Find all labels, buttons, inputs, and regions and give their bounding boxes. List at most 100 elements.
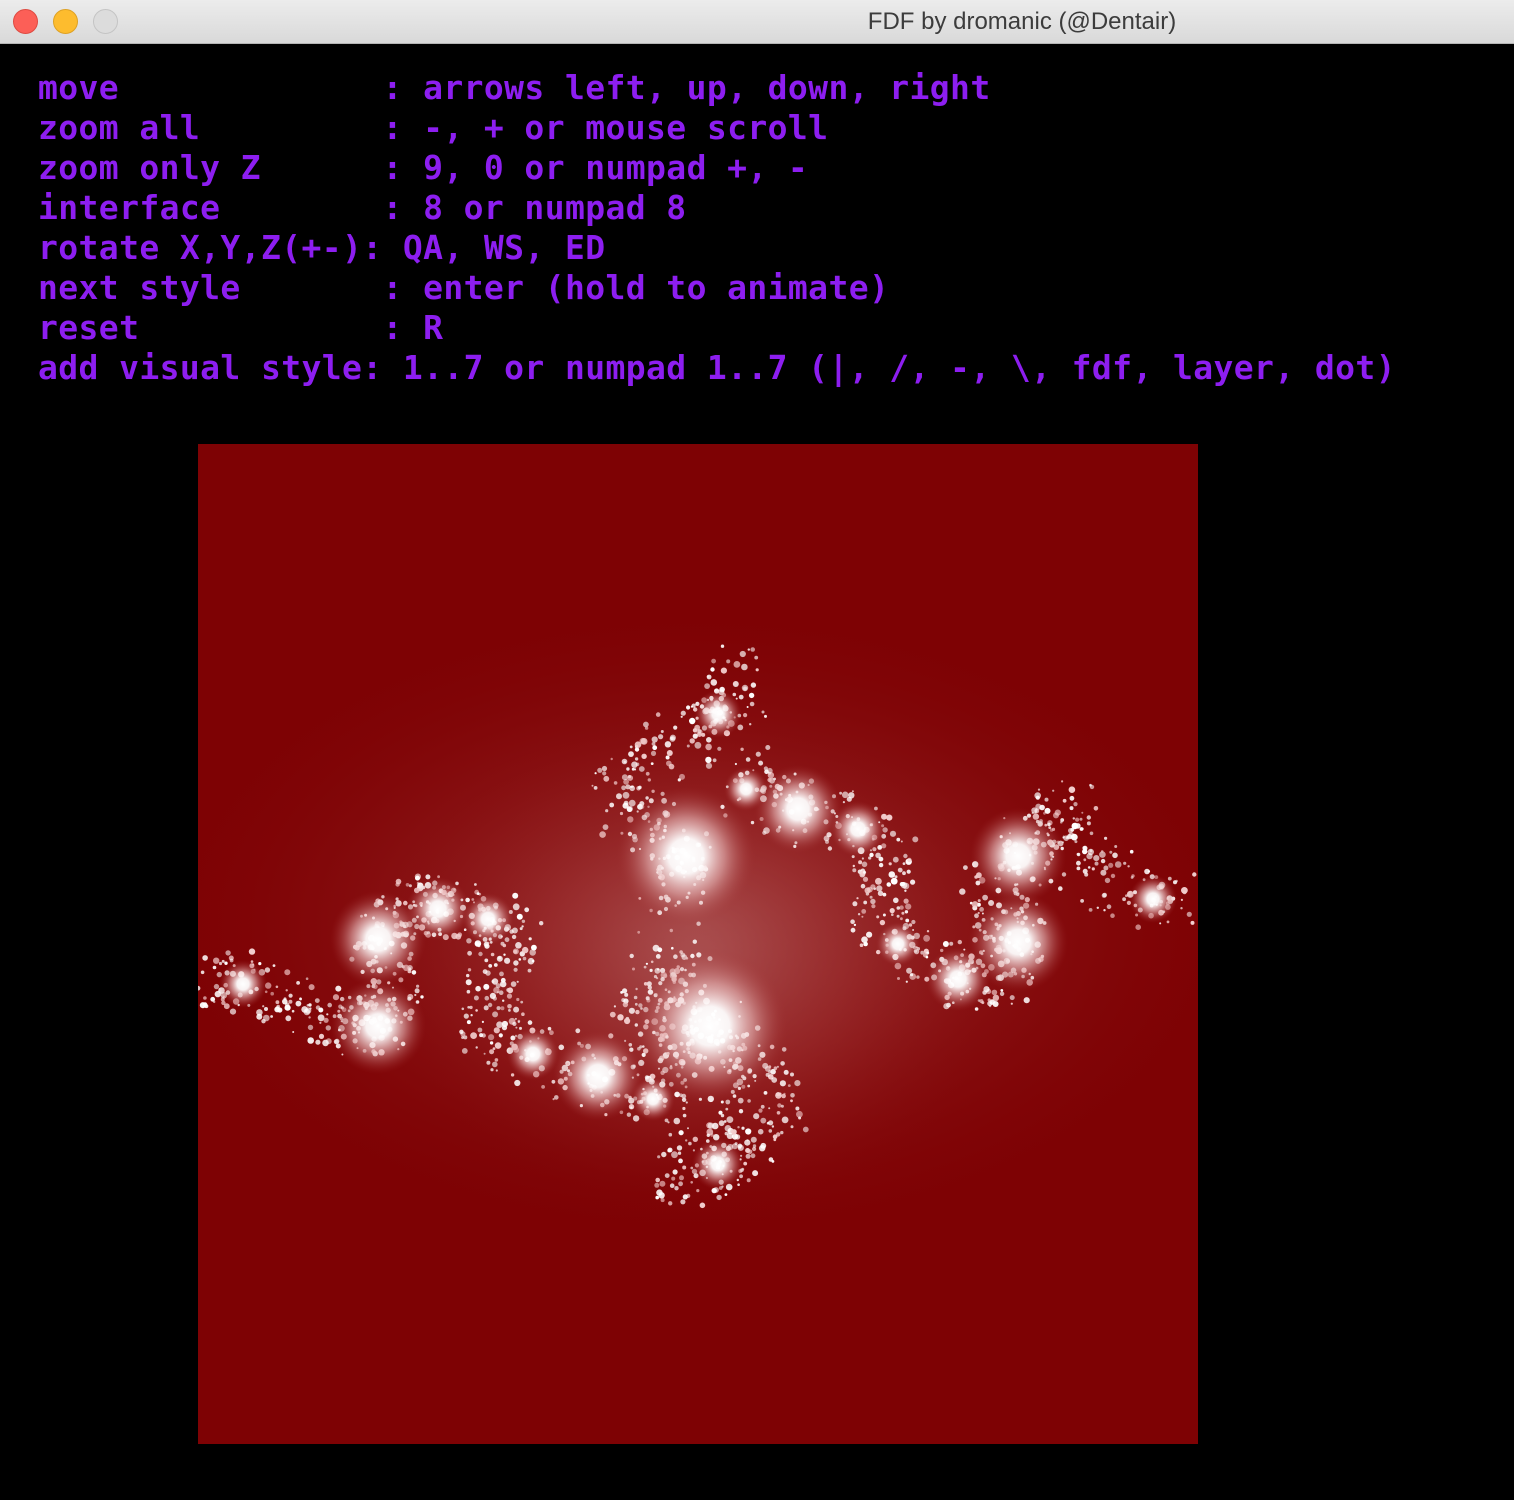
fractal-dot — [395, 878, 402, 885]
help-line-zoom-z: zoom only Z : 9, 0 or numpad +, - — [38, 148, 809, 187]
fractal-dot — [552, 1098, 555, 1101]
fractal-dot — [420, 995, 424, 999]
fractal-dot — [624, 992, 629, 997]
fractal-dot — [651, 736, 658, 743]
fractal-dot — [499, 971, 504, 977]
fractal-dot — [963, 865, 968, 870]
fractal-dot — [504, 957, 511, 964]
fractal-dot — [678, 1158, 683, 1164]
fractal-dot — [275, 985, 279, 989]
fractal-dot — [724, 1125, 732, 1132]
fractal-dot — [682, 1106, 686, 1111]
fractal-dot — [1068, 828, 1074, 834]
fractal-dot — [225, 950, 231, 956]
fractal-dot — [971, 901, 979, 908]
fractal-dot — [296, 981, 300, 985]
fractal-dot — [651, 742, 656, 746]
fractal-dot — [744, 1139, 751, 1146]
fractal-dot — [1093, 855, 1100, 862]
fractal-dot — [763, 1091, 768, 1095]
fractal-dot — [288, 1006, 291, 1009]
fractal-dot — [851, 790, 854, 793]
fractal-dot — [295, 1000, 302, 1007]
fractal-dot — [467, 968, 472, 972]
fractal-dot — [717, 746, 722, 751]
fractal-dot — [613, 1005, 616, 1008]
fractal-viewport[interactable] — [198, 444, 1198, 1444]
fractal-dot — [626, 767, 630, 771]
fractal-dot — [907, 857, 912, 863]
fractal-dot — [626, 805, 633, 812]
fractal-dot — [658, 1192, 665, 1199]
fractal-dot — [465, 979, 472, 986]
fractal-dot — [634, 741, 642, 748]
fractal-dot — [775, 1092, 782, 1099]
fractal-dot — [623, 760, 627, 764]
fractal-dot — [515, 1026, 518, 1029]
fractal-dot — [1110, 913, 1115, 918]
fractal-dot — [203, 996, 207, 1000]
fractal-dot — [307, 1037, 314, 1044]
fractal-dot — [876, 915, 880, 919]
fractal-dot — [1052, 789, 1055, 792]
fractal-dot — [1072, 817, 1075, 820]
fractal-dot — [780, 1061, 785, 1066]
fractal-dot — [1180, 907, 1183, 910]
help-line-visual-style: add visual style: 1..7 or numpad 1..7 (|… — [38, 348, 1396, 387]
fractal-dot — [510, 1073, 515, 1077]
fractal-dot — [479, 1033, 484, 1038]
fractal-dot — [496, 1006, 501, 1011]
fractal-dot — [672, 1169, 678, 1175]
fractal-dot — [629, 745, 633, 749]
fractal-dot — [1135, 924, 1141, 930]
fractal-dot — [601, 765, 608, 772]
fractal-dot — [547, 1026, 552, 1031]
controls-help: move : arrows left, up, down, right zoom… — [38, 68, 1396, 388]
fractal-dot — [650, 750, 657, 756]
fractal-dot — [481, 1020, 484, 1024]
fractal-dot — [213, 957, 220, 964]
fractal-dot — [745, 1148, 751, 1153]
fractal-dot — [616, 793, 622, 800]
fractal-dot — [705, 756, 712, 764]
fractal-dot — [633, 768, 637, 771]
fractal-dot — [863, 870, 867, 874]
fractal-dot — [490, 952, 495, 957]
help-line-move: move : arrows left, up, down, right — [38, 68, 991, 107]
fractal-dot — [1083, 858, 1087, 862]
fractal-dot — [757, 1128, 764, 1135]
fractal-dot — [888, 871, 896, 878]
fractal-dot — [405, 883, 410, 887]
fractal-dot — [264, 1007, 268, 1011]
fractal-dot — [492, 1047, 496, 1050]
fractal-dot — [694, 741, 702, 749]
fractal-dot — [747, 1099, 751, 1103]
fractal-dot — [516, 997, 520, 1002]
fractal-dot — [1076, 852, 1080, 856]
window-titlebar[interactable]: FDF by dromanic (@Dentair) — [0, 0, 1514, 44]
fractal-dot — [218, 961, 223, 966]
fractal-dot — [893, 897, 899, 904]
fractal-dot — [856, 897, 859, 900]
fractal-dot — [299, 997, 302, 1001]
fractal-dot — [790, 1125, 794, 1129]
fractal-dot — [745, 1153, 751, 1159]
fractal-dot — [493, 963, 498, 967]
fractal-dot — [258, 962, 262, 966]
fractal-dot — [1039, 804, 1045, 811]
fractal-dot — [768, 1107, 771, 1110]
fractal-dot — [861, 936, 868, 943]
fractal-dot — [1076, 860, 1081, 866]
fractal-dot — [654, 1182, 660, 1188]
fractal-dot — [519, 1026, 522, 1030]
fractal-dot — [780, 1130, 784, 1135]
fractal-dot — [507, 987, 514, 994]
fractal-dot — [766, 1121, 770, 1125]
fractal-dot — [857, 913, 861, 916]
fractal-dot — [474, 883, 477, 886]
fractal-dot — [498, 990, 504, 995]
fractal-dot — [496, 1021, 503, 1028]
fractal-dot — [322, 1039, 329, 1047]
fractal-dot — [655, 1177, 660, 1183]
fractal-dot — [466, 938, 472, 944]
